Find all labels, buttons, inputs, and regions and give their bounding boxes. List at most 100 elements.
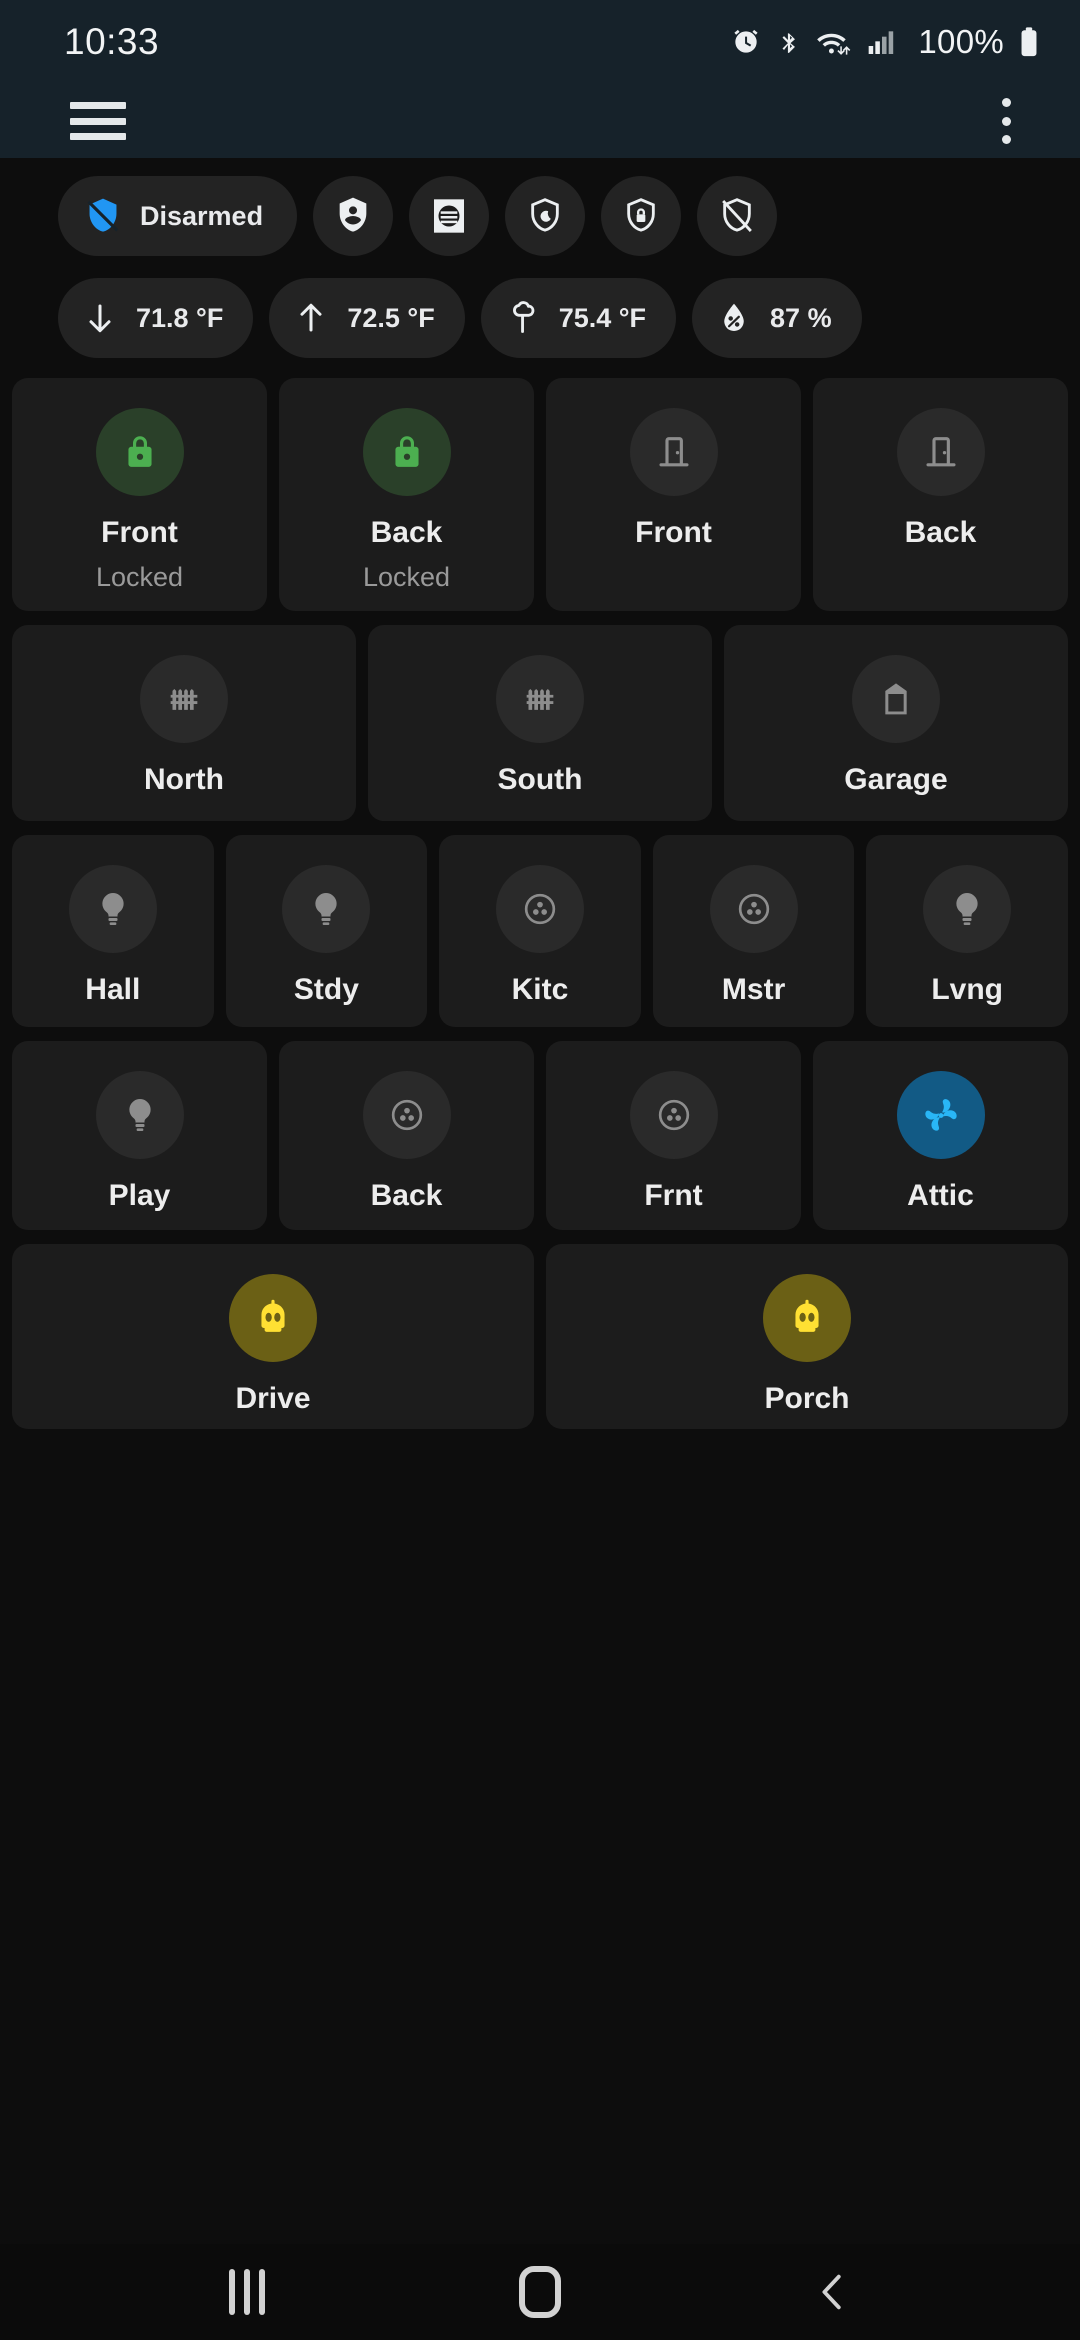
tree-icon	[505, 300, 541, 336]
door-closed-icon	[896, 408, 985, 496]
water-percent-icon	[716, 300, 752, 336]
ceiling-light-icon	[495, 865, 584, 953]
device-label: Front	[101, 516, 178, 549]
lightbulb-icon	[95, 1071, 184, 1159]
alarm-mode-arm-away[interactable]	[601, 176, 682, 256]
alarm-mode-disarm[interactable]	[697, 176, 778, 256]
system-nav-bar	[0, 2244, 1080, 2340]
alarm-control-row: Disarmed	[0, 158, 1080, 256]
device-label: Kitc	[511, 973, 569, 1006]
device-card-north-gate[interactable]: North	[12, 625, 356, 821]
device-label: Drive	[235, 1382, 311, 1415]
shield-moon-filled-icon	[429, 196, 469, 236]
device-label: Lvng	[931, 973, 1003, 1006]
hamburger-menu-icon[interactable]	[70, 102, 126, 140]
sensor-value: 72.5 °F	[347, 302, 435, 333]
device-card-living-light[interactable]: Lvng	[866, 835, 1068, 1027]
lights-row-1: Hall Stdy Kitc Mstr Lvng	[0, 821, 1080, 1027]
device-card-back-light[interactable]: Back	[279, 1041, 534, 1230]
home-button[interactable]	[480, 2257, 600, 2327]
door-closed-icon	[629, 408, 718, 496]
ceiling-light-icon	[709, 865, 798, 953]
battery-icon	[1018, 26, 1040, 58]
garage-door-icon	[852, 655, 940, 743]
app-toolbar	[0, 84, 1080, 158]
alarm-mode-arm-night[interactable]	[505, 176, 586, 256]
device-label: Front	[635, 516, 712, 549]
device-label: Stdy	[293, 973, 359, 1006]
device-label: Attic	[907, 1179, 974, 1212]
device-card-playroom-light[interactable]: Play	[12, 1041, 267, 1230]
lights-and-fan-row: Play Back Frnt Attic	[0, 1027, 1080, 1230]
device-card-hall-light[interactable]: Hall	[12, 835, 214, 1027]
device-label: Back	[370, 1179, 443, 1212]
arrow-down-icon	[82, 300, 118, 336]
device-card-attic-fan[interactable]: Attic	[813, 1041, 1068, 1230]
shield-moon-icon	[525, 196, 565, 236]
device-card-front-door[interactable]: Front	[546, 378, 801, 611]
gates-and-garage-row: North South Garage	[0, 611, 1080, 821]
device-label: Back	[370, 516, 443, 549]
alarm-state-label: Disarmed	[140, 200, 264, 231]
alarm-mode-arm-vacation[interactable]	[409, 176, 490, 256]
device-card-south-gate[interactable]: South	[368, 625, 712, 821]
robot-icon	[229, 1274, 317, 1362]
locks-and-doors-row: Front Locked Back Locked Front Back	[0, 358, 1080, 611]
device-card-front-light[interactable]: Frnt	[546, 1041, 801, 1230]
sensor-chip[interactable]: 75.4 °F	[480, 278, 677, 358]
device-label: Porch	[764, 1382, 850, 1415]
sensor-value: 71.8 °F	[136, 302, 224, 333]
device-label: Back	[904, 516, 977, 549]
lightbulb-icon	[68, 865, 157, 953]
battery-percent-label: 100%	[918, 23, 1004, 60]
back-button[interactable]	[773, 2257, 893, 2327]
lightbulb-icon	[923, 865, 1012, 953]
recents-icon	[228, 2269, 265, 2315]
fan-icon	[896, 1071, 985, 1159]
robot-icon	[763, 1274, 851, 1362]
automations-row: Drive Porch	[0, 1230, 1080, 1429]
sensor-chip[interactable]: 72.5 °F	[269, 278, 465, 358]
sensor-value: 75.4 °F	[558, 302, 647, 333]
arrow-up-icon	[293, 300, 329, 336]
status-bar: 10:33 100%	[0, 0, 1080, 84]
phone-screen: 10:33 100% Disarmed 71.8 °F 72.5 °F 75.4…	[0, 0, 1080, 2340]
sensor-chip[interactable]: 87 %	[692, 278, 862, 358]
device-card-front-lock[interactable]: Front Locked	[12, 378, 267, 611]
ceiling-light-icon	[629, 1071, 718, 1159]
home-icon	[518, 2266, 561, 2318]
alarm-clock-icon	[730, 26, 762, 58]
device-card-kitchen-light[interactable]: Kitc	[439, 835, 641, 1027]
dashboard-content: Disarmed 71.8 °F 72.5 °F 75.4 °F 87 % Fr…	[0, 158, 1080, 2244]
device-card-porch-automation[interactable]: Porch	[546, 1244, 1068, 1429]
lock-icon	[362, 408, 451, 496]
lock-icon	[95, 408, 184, 496]
shield-lock-icon	[621, 196, 661, 236]
gate-icon	[140, 655, 228, 743]
device-card-master-light[interactable]: Mstr	[652, 835, 855, 1027]
cellular-signal-icon	[866, 26, 898, 58]
device-label: Frnt	[644, 1179, 703, 1212]
status-icons: 100%	[730, 23, 1040, 61]
sensor-value: 87 %	[770, 302, 832, 333]
device-card-drive-automation[interactable]: Drive	[12, 1244, 534, 1429]
ceiling-light-icon	[362, 1071, 451, 1159]
alarm-mode-arm-home[interactable]	[313, 176, 394, 256]
shield-account-icon	[333, 196, 373, 236]
status-clock: 10:33	[64, 21, 160, 62]
device-card-garage[interactable]: Garage	[724, 625, 1068, 821]
device-card-back-lock[interactable]: Back Locked	[279, 378, 534, 611]
more-vertical-icon[interactable]	[984, 95, 1028, 147]
device-label: Mstr	[721, 973, 786, 1006]
device-label: South	[497, 763, 583, 796]
sensor-chip[interactable]: 71.8 °F	[58, 278, 254, 358]
wifi-icon	[816, 26, 852, 58]
device-state: Locked	[95, 562, 184, 592]
recents-button[interactable]	[187, 2257, 307, 2327]
device-card-study-light[interactable]: Stdy	[225, 835, 428, 1027]
device-label: Garage	[844, 763, 948, 796]
shield-off-icon	[84, 197, 122, 235]
device-card-back-door[interactable]: Back	[813, 378, 1068, 611]
alarm-state-chip[interactable]: Disarmed	[58, 176, 298, 256]
bluetooth-icon	[776, 26, 802, 58]
